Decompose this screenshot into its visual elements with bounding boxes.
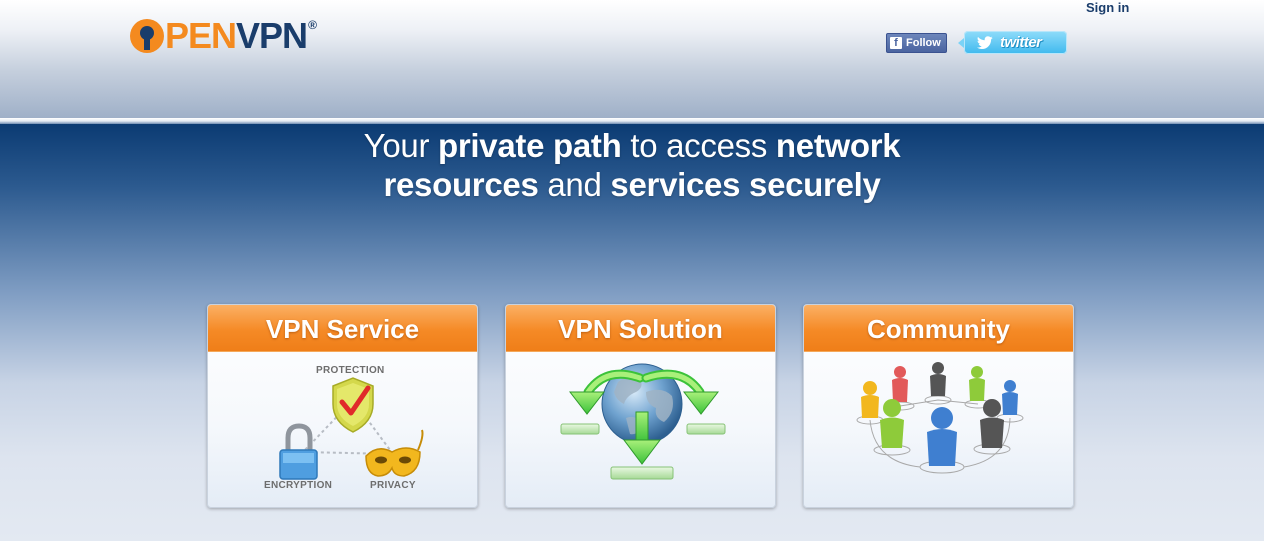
registered-mark: ® (308, 18, 317, 32)
logo-text-vpn: VPN (236, 15, 308, 56)
hero-headline: Your private path to access network reso… (0, 126, 1264, 204)
person-icon (927, 407, 957, 466)
network-globe-illustration (560, 363, 726, 480)
openvpn-logo[interactable]: PEN VPN ® (130, 15, 317, 56)
vpn-service-card[interactable]: VPN Service PROTECTION ENCRYPTION PRIVAC… (207, 304, 478, 508)
twitter-bird-icon (976, 35, 993, 49)
hero-text-bold: resources (383, 166, 539, 203)
hero-text: and (538, 166, 611, 203)
hero-headline-line-2: resources and services securely (0, 165, 1264, 204)
twitter-button[interactable]: twitter (958, 31, 1067, 54)
keyhole-icon (130, 19, 164, 53)
shield-check-icon (332, 377, 374, 433)
person-icon (969, 366, 985, 401)
bottom-pad (610, 466, 674, 480)
mask-icon (365, 429, 424, 477)
card-title: Community (804, 305, 1073, 352)
hero-text: Your (363, 127, 439, 164)
vpn-solution-card[interactable]: VPN Solution (505, 304, 776, 508)
person-icon (892, 366, 908, 402)
person-icon (880, 399, 904, 448)
hero-headline-line-1: Your private path to access network (0, 126, 1264, 165)
hero-text-bold: services securely (610, 166, 881, 203)
hero-text-bold: private path (438, 127, 622, 164)
community-card[interactable]: Community (803, 304, 1074, 508)
sign-in-link[interactable]: Sign in (1086, 0, 1129, 15)
card-title: VPN Service (208, 305, 477, 352)
right-pad (686, 423, 726, 435)
padlock-icon (279, 423, 318, 480)
card-title: VPN Solution (506, 305, 775, 352)
left-pad (560, 423, 600, 435)
person-icon (980, 399, 1004, 448)
facebook-icon: f (890, 37, 902, 49)
twitter-label: twitter (1000, 34, 1042, 51)
person-icon (1002, 380, 1018, 415)
security-triangle-illustration (279, 377, 424, 480)
community-people-illustration (856, 362, 1024, 474)
facebook-follow-button[interactable]: f Follow (886, 33, 947, 53)
facebook-follow-label: Follow (906, 37, 941, 49)
hero-text: to access (621, 127, 776, 164)
hero-text-bold: network (775, 127, 901, 164)
logo-text-pen: PEN (165, 15, 237, 56)
person-icon (861, 381, 879, 418)
person-icon (930, 362, 946, 396)
